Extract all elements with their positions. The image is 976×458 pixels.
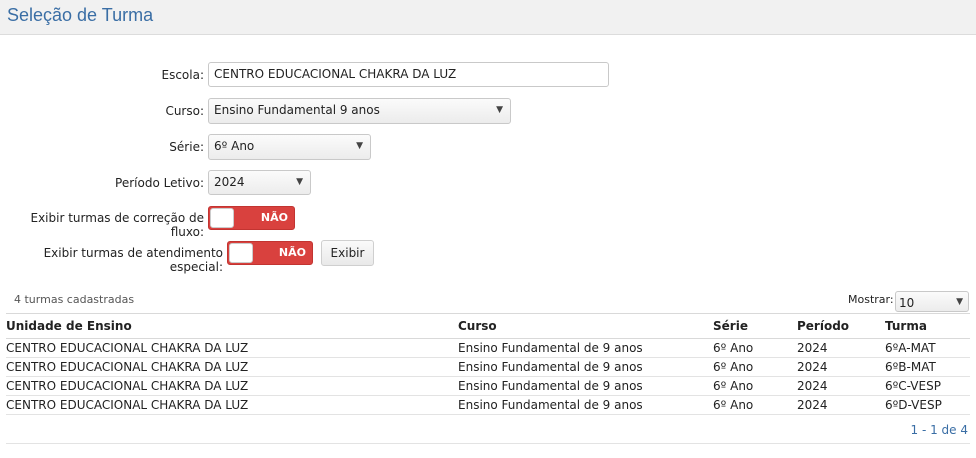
especial-toggle[interactable]: NÃO [227,241,313,265]
periodo-select[interactable]: 2024 ▼ [208,170,311,195]
serie-value: 6º Ano [214,139,255,153]
table-header-row: Unidade de Ensino Curso Série Período Tu… [6,313,970,339]
turmas-table: Unidade de Ensino Curso Série Período Tu… [6,313,970,415]
periodo-value: 2024 [214,175,245,189]
cell-serie: 6º Ano [713,376,797,396]
chevron-down-icon: ▼ [956,297,963,307]
pagination-info: 1 - 1 de 4 [910,423,969,437]
cell-turma: 6ºC-VESP [885,376,970,396]
column-header-turma[interactable]: Turma [885,313,970,339]
table-row[interactable]: CENTRO EDUCACIONAL CHAKRA DA LUZ Ensino … [6,357,970,377]
especial-label: Exibir turmas de atendimento especial: [43,246,223,274]
page-size-value: 10 [899,296,915,310]
cell-periodo: 2024 [797,376,885,396]
curso-select[interactable]: Ensino Fundamental 9 anos ▼ [208,98,511,124]
cell-unidade: CENTRO EDUCACIONAL CHAKRA DA LUZ [6,338,458,358]
divider [6,443,970,444]
fluxo-toggle[interactable]: NÃO [208,206,295,230]
cell-serie: 6º Ano [713,357,797,377]
cell-curso: Ensino Fundamental de 9 anos [458,376,713,396]
periodo-label: Período Letivo: [115,176,204,190]
cell-unidade: CENTRO EDUCACIONAL CHAKRA DA LUZ [6,376,458,396]
cell-curso: Ensino Fundamental de 9 anos [458,338,713,358]
column-header-periodo[interactable]: Período [797,313,885,339]
cell-unidade: CENTRO EDUCACIONAL CHAKRA DA LUZ [6,395,458,415]
toggle-knob [229,243,253,263]
cell-serie: 6º Ano [713,395,797,415]
page-header: Seleção de Turma [0,0,976,35]
serie-select[interactable]: 6º Ano ▼ [208,134,371,160]
curso-value: Ensino Fundamental 9 anos [214,103,380,117]
cell-curso: Ensino Fundamental de 9 anos [458,357,713,377]
column-header-serie[interactable]: Série [713,313,797,339]
chevron-down-icon: ▼ [296,177,303,187]
fluxo-toggle-text: NÃO [260,211,288,224]
cell-turma: 6ºD-VESP [885,395,970,415]
especial-toggle-text: NÃO [278,246,306,259]
escola-field[interactable]: CENTRO EDUCACIONAL CHAKRA DA LUZ [208,62,609,87]
page-size-select[interactable]: 10 ▼ [895,291,969,312]
cell-serie: 6º Ano [713,338,797,358]
exibir-button[interactable]: Exibir [321,240,374,266]
escola-value: CENTRO EDUCACIONAL CHAKRA DA LUZ [214,67,457,81]
curso-label: Curso: [165,104,204,118]
toggle-knob [210,208,234,228]
cell-curso: Ensino Fundamental de 9 anos [458,395,713,415]
chevron-down-icon: ▼ [356,141,363,151]
cell-turma: 6ºB-MAT [885,357,970,377]
cell-periodo: 2024 [797,395,885,415]
serie-label: Série: [169,140,204,154]
fluxo-label: Exibir turmas de correção de fluxo: [30,211,205,239]
mostrar-label: Mostrar: [848,293,894,306]
cell-turma: 6ºA-MAT [885,338,970,358]
chevron-down-icon: ▼ [496,105,503,115]
table-row[interactable]: CENTRO EDUCACIONAL CHAKRA DA LUZ Ensino … [6,338,970,358]
cell-periodo: 2024 [797,357,885,377]
table-row[interactable]: CENTRO EDUCACIONAL CHAKRA DA LUZ Ensino … [6,395,970,415]
cell-unidade: CENTRO EDUCACIONAL CHAKRA DA LUZ [6,357,458,377]
table-row[interactable]: CENTRO EDUCACIONAL CHAKRA DA LUZ Ensino … [6,376,970,396]
column-header-unidade[interactable]: Unidade de Ensino [6,313,458,339]
escola-label: Escola: [161,68,204,82]
record-count: 4 turmas cadastradas [14,293,135,306]
cell-periodo: 2024 [797,338,885,358]
page-title: Seleção de Turma [7,5,154,25]
column-header-curso[interactable]: Curso [458,313,713,339]
